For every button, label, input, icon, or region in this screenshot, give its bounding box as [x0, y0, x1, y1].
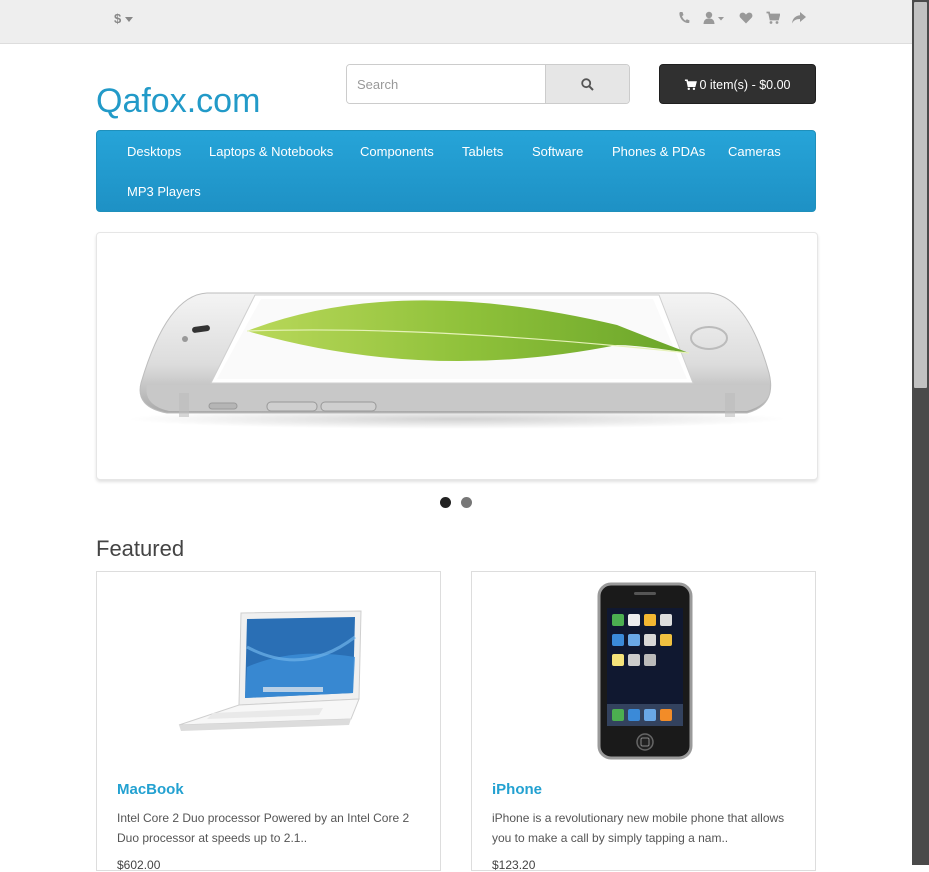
slider-dot-2[interactable] [461, 497, 472, 508]
menu-item-components[interactable]: Components [360, 144, 434, 159]
slider-dot-1[interactable] [440, 497, 451, 508]
menu-item-mp3-players[interactable]: MP3 Players [127, 184, 201, 199]
vertical-scrollbar[interactable] [912, 0, 929, 865]
product-price-iphone: $123.20 [492, 858, 536, 872]
menu-item-tablets[interactable]: Tablets [462, 144, 503, 159]
product-price-macbook: $602.00 [117, 858, 161, 872]
menu-item-phones-pdas[interactable]: Phones & PDAs [612, 144, 705, 159]
share-icon[interactable] [791, 11, 807, 27]
menu-item-software[interactable]: Software [532, 144, 583, 159]
category-menu: Desktops Laptops & Notebooks Components … [96, 130, 816, 212]
search-box [346, 64, 630, 104]
top-bar: $ [0, 0, 912, 44]
macbook-image[interactable] [173, 607, 363, 742]
menu-item-desktops[interactable]: Desktops [127, 144, 181, 159]
cart-icon [685, 79, 698, 91]
scrollbar-thumb[interactable] [914, 2, 927, 388]
iphone-banner-image [127, 292, 787, 429]
product-description-macbook: Intel Core 2 Duo processor Powered by an… [117, 811, 410, 845]
currency-dropdown[interactable]: $ [114, 11, 134, 26]
product-name-iphone[interactable]: iPhone [492, 781, 542, 798]
search-icon [581, 78, 594, 91]
search-button[interactable] [545, 65, 629, 103]
phone-icon[interactable] [678, 11, 690, 27]
site-logo[interactable]: Qafox.com [96, 82, 260, 121]
product-name-macbook[interactable]: MacBook [117, 781, 184, 798]
caret-down-icon [125, 17, 134, 23]
user-icon[interactable] [703, 11, 725, 27]
currency-symbol: $ [114, 11, 122, 26]
cart-button[interactable]: 0 item(s) - $0.00 [659, 64, 816, 104]
search-input[interactable] [347, 65, 555, 103]
heart-icon[interactable] [739, 11, 753, 27]
iphone-image[interactable] [584, 572, 704, 777]
menu-item-cameras[interactable]: Cameras [728, 144, 781, 159]
menu-item-laptops-notebooks[interactable]: Laptops & Notebooks [209, 144, 333, 159]
banner-slider[interactable] [96, 232, 818, 480]
cart-icon[interactable] [766, 11, 780, 27]
featured-heading: Featured [96, 536, 185, 561]
product-card-iphone: iPhone iPhone is a revolutionary new mob… [471, 571, 816, 872]
cart-total: 0 item(s) - $0.00 [699, 78, 791, 92]
product-card-macbook: MacBook Intel Core 2 Duo processor Power… [96, 571, 441, 872]
product-description-iphone: iPhone is a revolutionary new mobile pho… [492, 811, 785, 845]
